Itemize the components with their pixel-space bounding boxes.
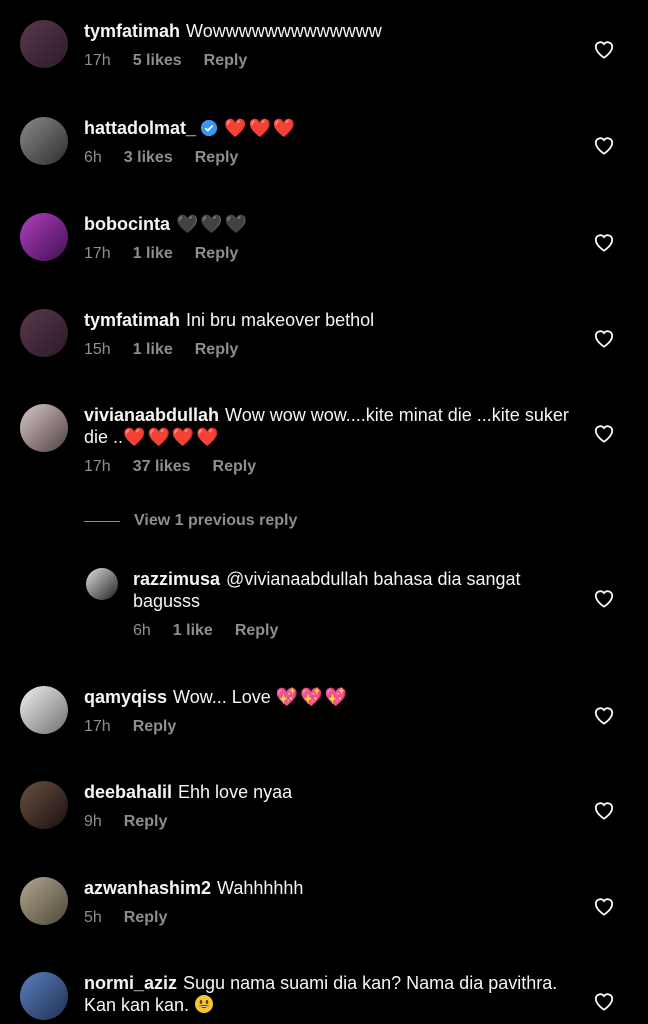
comment-meta: 17h Reply <box>84 718 578 736</box>
comment-meta: 6h 1 like Reply <box>133 622 578 640</box>
reply-button[interactable]: Reply <box>124 813 168 830</box>
emoji-hearts: ❤️❤️❤️ <box>224 118 298 138</box>
heart-icon[interactable] <box>593 991 615 1011</box>
comment-text: razzimusa @vivianaabdullah bahasa dia san… <box>133 568 578 612</box>
avatar[interactable] <box>20 404 68 452</box>
username[interactable]: tymfatimah <box>84 310 180 330</box>
comment-body: Wahhhhhh <box>217 878 304 898</box>
timestamp: 6h <box>133 622 151 639</box>
emoji-hearts: 🖤🖤🖤 <box>176 214 250 234</box>
reply-button[interactable]: Reply <box>195 341 239 358</box>
likes-count[interactable]: 1 like <box>133 341 173 358</box>
comment-meta: 9h Reply <box>84 813 578 831</box>
heart-icon[interactable] <box>593 135 615 155</box>
username[interactable]: qamyqiss <box>84 687 167 707</box>
username[interactable]: razzimusa <box>133 569 220 589</box>
reply-button[interactable]: Reply <box>204 52 248 69</box>
heart-icon[interactable] <box>593 328 615 348</box>
heart-icon[interactable] <box>593 39 615 59</box>
comment-text: vivianaabdullah Wow wow wow....kite minat… <box>84 404 578 448</box>
comment-body: Ehh love nyaa <box>178 782 293 802</box>
comment-text: hattadolmat_ ❤️❤️❤️ <box>84 117 578 139</box>
comment-text: tymfatimah Ini bru makeover bethol <box>84 309 578 331</box>
heart-icon[interactable] <box>593 800 615 820</box>
reply-button[interactable]: Reply <box>195 245 239 262</box>
comment-text: normi_aziz Sugu nama suami dia kan? Nama … <box>84 972 578 1016</box>
comment-meta: 17h 37 likes Reply <box>84 458 578 476</box>
avatar[interactable] <box>20 686 68 734</box>
timestamp: 5h <box>84 909 102 926</box>
reply-button[interactable]: Reply <box>133 718 177 735</box>
heart-icon[interactable] <box>593 705 615 725</box>
comment-body: Ini bru makeover bethol <box>186 310 375 330</box>
comment-text: azwanhashim2 Wahhhhhh <box>84 877 578 899</box>
timestamp: 17h <box>84 718 111 735</box>
heart-icon[interactable] <box>593 232 615 252</box>
comment-text: deebahalil Ehh love nyaa <box>84 781 578 803</box>
comment-body: Wowwwwwwwwwwwww <box>186 21 382 41</box>
comment-meta: 15h 1 like Reply <box>84 341 578 359</box>
divider <box>84 520 120 522</box>
view-replies-label[interactable]: View 1 previous reply <box>134 512 297 530</box>
username[interactable]: bobocinta <box>84 214 170 234</box>
username[interactable]: hattadolmat_ <box>84 118 196 138</box>
reply-button[interactable]: Reply <box>195 149 239 166</box>
avatar[interactable] <box>20 20 68 68</box>
username[interactable]: deebahalil <box>84 782 172 802</box>
avatar[interactable] <box>86 568 118 600</box>
username[interactable]: normi_aziz <box>84 973 177 993</box>
reply-button[interactable]: Reply <box>235 622 279 639</box>
likes-count[interactable]: 1 like <box>133 245 173 262</box>
timestamp: 17h <box>84 52 111 69</box>
comment-text: bobocinta 🖤🖤🖤 <box>84 213 578 235</box>
likes-count[interactable]: 37 likes <box>133 458 191 475</box>
timestamp: 17h <box>84 245 111 262</box>
likes-count[interactable]: 5 likes <box>133 52 182 69</box>
heart-icon[interactable] <box>593 896 615 916</box>
timestamp: 9h <box>84 813 102 830</box>
comment-meta: 17h 1 like Reply <box>84 245 578 263</box>
likes-count[interactable]: 3 likes <box>124 149 173 166</box>
avatar[interactable] <box>20 213 68 261</box>
username[interactable]: azwanhashim2 <box>84 878 211 898</box>
comment-body: Wow... Love <box>173 687 271 707</box>
reply-button[interactable]: Reply <box>213 458 257 475</box>
avatar[interactable] <box>20 972 68 1020</box>
timestamp: 17h <box>84 458 111 475</box>
timestamp: 15h <box>84 341 111 358</box>
heart-icon[interactable] <box>593 423 615 443</box>
comment-text: qamyqiss Wow... Love 💖💖💖 <box>84 686 578 708</box>
username[interactable]: tymfatimah <box>84 21 180 41</box>
view-previous-replies-button[interactable]: View 1 previous reply <box>84 512 297 530</box>
grinning-face-emoji-icon <box>195 995 214 1013</box>
heart-icon[interactable] <box>593 588 615 608</box>
emoji-hearts: ❤️❤️❤️❤️ <box>123 427 221 447</box>
comment-text: tymfatimah Wowwwwwwwwwwwww <box>84 20 578 42</box>
reply-button[interactable]: Reply <box>124 909 168 926</box>
likes-count[interactable]: 1 like <box>173 622 213 639</box>
timestamp: 6h <box>84 149 102 166</box>
avatar[interactable] <box>20 117 68 165</box>
avatar[interactable] <box>20 309 68 357</box>
emoji-hearts: 💖💖💖 <box>275 687 350 707</box>
comment-meta: 17h 5 likes Reply <box>84 52 578 70</box>
avatar[interactable] <box>20 781 68 829</box>
comment-meta: 6h 3 likes Reply <box>84 149 578 167</box>
comment-meta: 5h Reply <box>84 909 578 927</box>
username[interactable]: vivianaabdullah <box>84 405 219 425</box>
verified-badge-icon <box>200 119 218 137</box>
avatar[interactable] <box>20 877 68 925</box>
